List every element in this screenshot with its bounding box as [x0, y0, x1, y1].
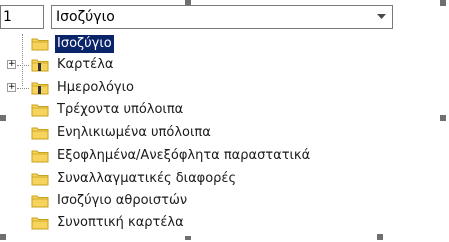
tree-item[interactable]: Ισοζύγιο αθροιστών — [7, 191, 373, 211]
tree-item[interactable]: Τρέχοντα υπόλοιπα — [7, 100, 373, 120]
code-field-value: 1 — [3, 9, 12, 25]
expand-plus-icon[interactable]: + — [7, 83, 16, 92]
tree-item-label: Ισοζύγιο αθροιστών — [57, 193, 188, 208]
tree-item-label: Ενηλικιωμένα υπόλοιπα — [57, 125, 211, 140]
tree-item-label: Συναλλαγματικές διαφορές — [57, 171, 237, 186]
resize-handle-bottom-right[interactable] — [377, 234, 383, 240]
tree-item-label: Εξοφλημένα/Ανεξόφλητα παραστατικά — [57, 148, 311, 163]
tree-item-label: Καρτέλα — [57, 57, 114, 72]
tree-item[interactable]: Ενηλικιωμένα υπόλοιπα — [7, 123, 373, 143]
folder-icon — [31, 38, 49, 51]
tree-item-label: Ισοζύγιο — [55, 35, 114, 53]
document-folder-icon — [31, 82, 49, 95]
folder-icon — [31, 127, 49, 140]
tree-item[interactable]: Ισοζύγιο — [7, 34, 373, 54]
tree-item[interactable]: Εξοφλημένα/Ανεξόφλητα παραστατικά — [7, 146, 373, 166]
code-field[interactable]: 1 — [0, 5, 44, 29]
document-folder-icon — [31, 59, 49, 72]
expand-plus-icon[interactable]: + — [7, 60, 16, 69]
tree-connector-line — [17, 88, 29, 89]
tree-item[interactable]: Συναλλαγματικές διαφορές — [7, 169, 373, 189]
tree-item-label: Τρέχοντα υπόλοιπα — [57, 102, 184, 117]
report-type-combo[interactable]: Ισοζύγιο — [51, 5, 393, 29]
tree-item-label: Ημερολόγιο — [57, 80, 134, 95]
tree-item[interactable]: + Ημερολόγιο — [7, 78, 373, 98]
folder-icon — [31, 195, 49, 208]
resize-handle-right[interactable] — [440, 115, 446, 121]
report-type-combo-value: Ισοζύγιο — [56, 9, 115, 25]
report-selector: 1 Ισοζύγιο Ισοζύγιο + Καρτέλα + Ημερολόγιο Τρ… — [0, 0, 449, 242]
tree-connector-line — [17, 65, 29, 66]
tree-item-label: Συνοπτική καρτέλα — [57, 215, 184, 230]
folder-icon — [31, 104, 49, 117]
resize-handle-bottom-left[interactable] — [0, 234, 6, 240]
chevron-down-icon[interactable] — [373, 8, 389, 26]
report-tree-dropdown: Ισοζύγιο + Καρτέλα + Ημερολόγιο Τρέχοντα υπόλ… — [7, 30, 373, 236]
tree-item[interactable]: Συνοπτική καρτέλα — [7, 213, 373, 233]
folder-icon — [31, 150, 49, 163]
tree-item[interactable]: + Καρτέλα — [7, 55, 373, 75]
folder-icon — [31, 173, 49, 186]
resize-handle-top-right[interactable] — [440, 0, 446, 6]
folder-icon — [31, 217, 49, 230]
resize-handle-left[interactable] — [0, 115, 6, 121]
